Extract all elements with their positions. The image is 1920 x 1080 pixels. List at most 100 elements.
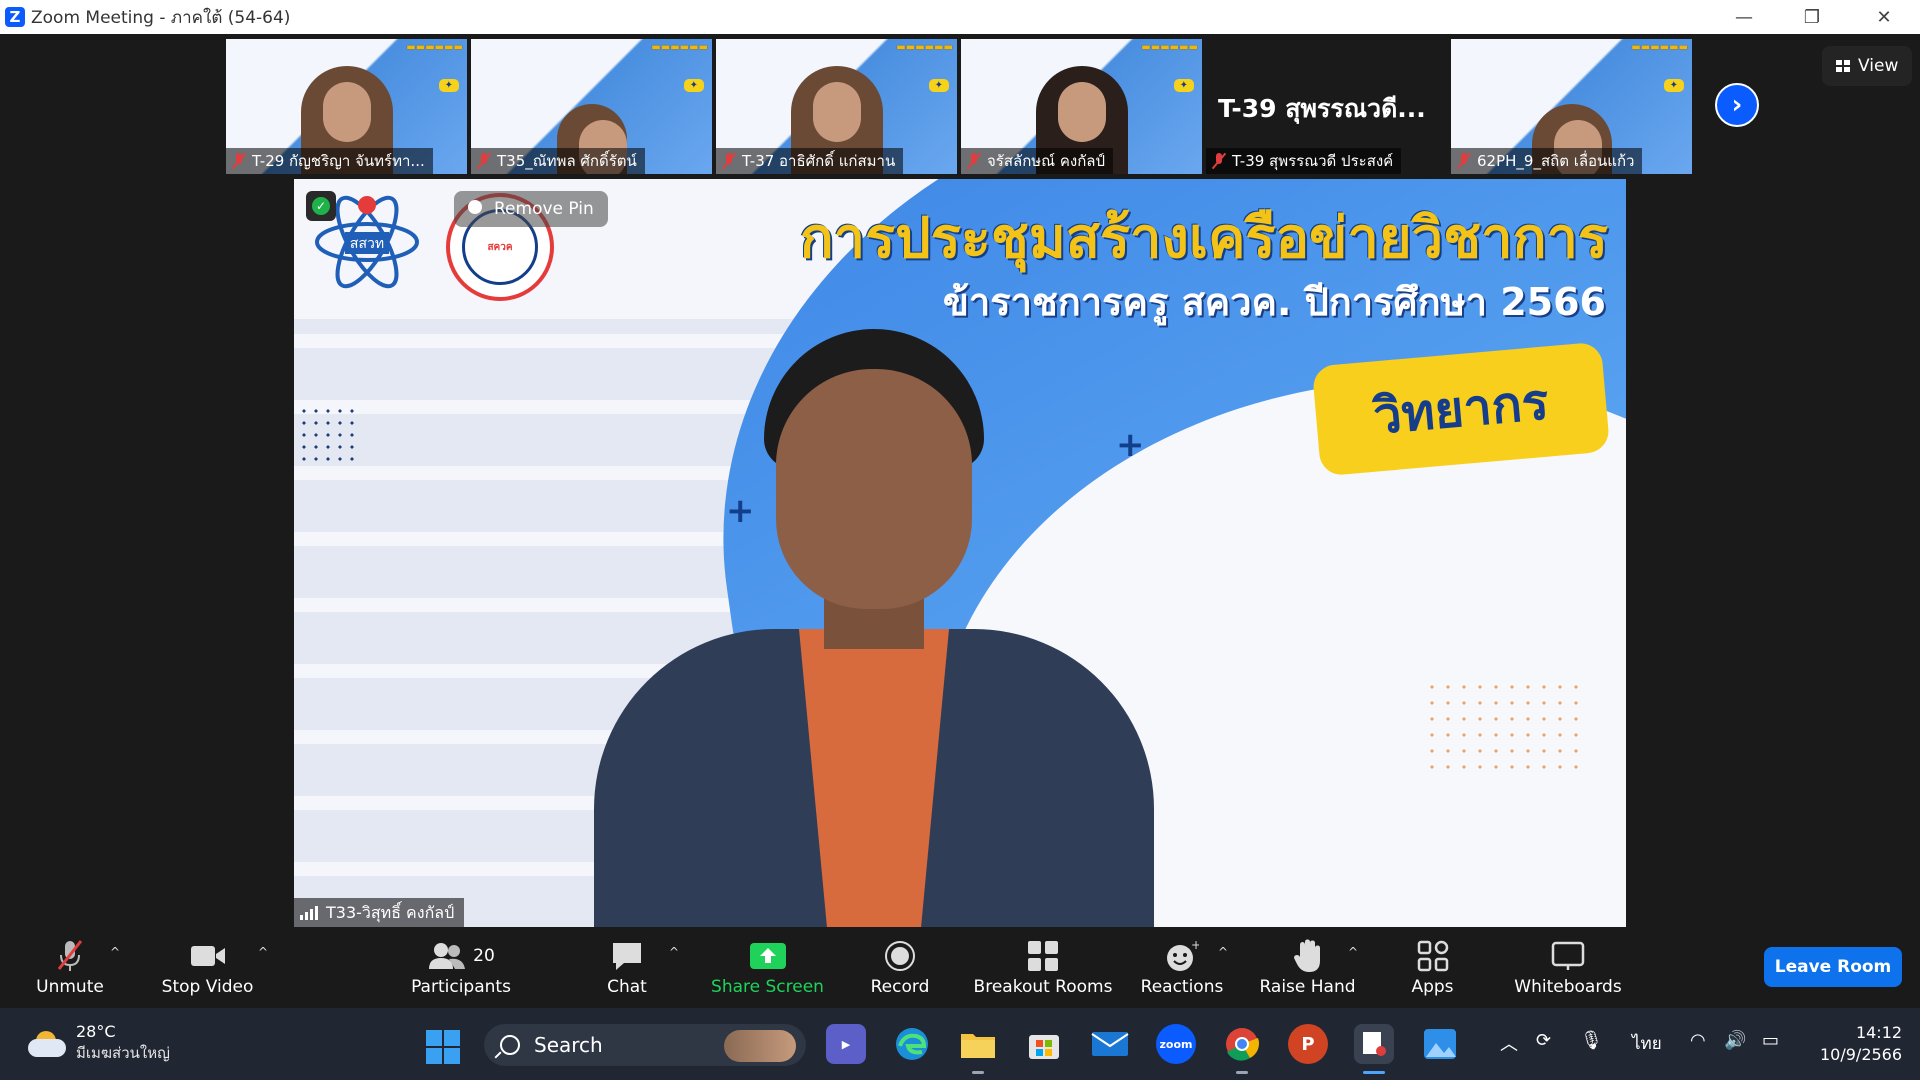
window-title: Zoom Meeting - ภาคใต้ (54-64) xyxy=(31,7,291,28)
participant-name: จรัสลักษณ์ คงกัลป์ xyxy=(987,152,1106,170)
clock-date: 10/9/2566 xyxy=(1820,1045,1903,1064)
minimize-button[interactable]: — xyxy=(1716,0,1772,34)
wifi-icon[interactable]: ◠ xyxy=(1690,1030,1706,1051)
muted-mic-icon xyxy=(722,153,736,169)
chevron-right-icon: › xyxy=(1731,90,1743,120)
participants-count: 20 xyxy=(473,945,495,966)
participant-nametag: 62PH_9_สถิต เลื่อนแก้ว xyxy=(1451,148,1643,174)
record-button[interactable]: Record xyxy=(860,927,940,1008)
whiteboards-button[interactable]: Whiteboards xyxy=(1508,927,1628,1008)
smiley-add-icon: + xyxy=(1165,939,1199,973)
participant-thumbnail[interactable]: ▬▬▬▬▬▬ ✦ จรัสลักษณ์ คงกัลป์ xyxy=(961,39,1202,174)
thumbnail-strip: ▬▬▬▬▬▬ ✦ T-29 กัญชริญา จันทร์ทา... ▬▬▬▬▬… xyxy=(226,39,1692,174)
search-icon xyxy=(500,1035,520,1055)
participant-nametag: T-39 สุพรรณวดี ประสงค์ xyxy=(1206,148,1402,174)
participant-thumbnail[interactable]: ▬▬▬▬▬▬ ✦ T-29 กัญชริญา จันทร์ทา... xyxy=(226,39,467,174)
microsoft-store-app-icon[interactable] xyxy=(1024,1024,1064,1064)
chat-options-caret-icon[interactable]: ^ xyxy=(669,945,679,959)
meeting-area: ▬▬▬▬▬▬ ✦ T-29 กัญชริญา จันทร์ทา... ▬▬▬▬▬… xyxy=(0,34,1920,928)
windows-taskbar: 28°C มีเมฆส่วนใหญ่ Search ▶ zoom P ︿ ⟳ 🎙… xyxy=(0,1008,1920,1080)
participant-name: T-29 กัญชริญา จันทร์ทา... xyxy=(252,152,425,170)
search-highlight-image xyxy=(724,1030,796,1062)
taskbar-search[interactable]: Search xyxy=(484,1024,806,1066)
participant-thumbnail[interactable]: ▬▬▬▬▬▬ ✦ 62PH_9_สถิต เลื่อนแก้ว xyxy=(1451,39,1692,174)
battery-icon[interactable]: ▭ xyxy=(1762,1030,1779,1051)
zoom-app-icon[interactable]: zoom xyxy=(1156,1024,1196,1064)
participant-thumbnail[interactable]: ▬▬▬▬▬▬ ✦ T35_ณัทพล ศักดิ์รัตน์ xyxy=(471,39,712,174)
close-button[interactable]: ✕ xyxy=(1856,0,1912,34)
main-video[interactable]: สสวท สควค ✓ Remove Pin การประชุมสร้างเคร… xyxy=(294,179,1626,928)
weather-cloud-icon xyxy=(28,1030,66,1057)
chat-bubble-icon xyxy=(610,939,644,973)
raise-hand-button[interactable]: Raise Hand xyxy=(1259,927,1356,1008)
slide-banner-mini: ▬▬▬▬▬▬ xyxy=(406,42,463,53)
speaker-video xyxy=(594,329,1154,928)
restore-button[interactable]: ❐ xyxy=(1784,0,1840,34)
video-options-caret-icon[interactable]: ^ xyxy=(258,945,268,959)
share-screen-button[interactable]: Share Screen xyxy=(705,927,830,1008)
muted-mic-icon xyxy=(232,153,246,169)
edge-app-icon[interactable] xyxy=(892,1024,932,1064)
apps-button[interactable]: Apps xyxy=(1395,927,1470,1008)
participant-name: T35_ณัทพล ศักดิ์รัตน์ xyxy=(497,152,637,170)
svg-text:+: + xyxy=(1191,939,1199,952)
participant-nametag: T-37 อาธิศักดิ์ แก่สมาน xyxy=(716,148,904,174)
breakout-rooms-button[interactable]: Breakout Rooms xyxy=(968,927,1118,1008)
leave-room-button[interactable]: Leave Room xyxy=(1764,947,1902,987)
next-page-button[interactable]: › xyxy=(1715,83,1759,127)
muted-mic-icon xyxy=(1457,153,1471,169)
chat-button[interactable]: Chat xyxy=(592,927,662,1008)
participant-thumbnail[interactable]: T-39 สุพรรณวดี... T-39 สุพรรณวดี ประสงค์ xyxy=(1206,39,1447,174)
teams-app-icon[interactable]: ▶ xyxy=(826,1024,866,1064)
svg-text:สสวท: สสวท xyxy=(350,236,384,252)
participant-nametag: จรัสลักษณ์ คงกัลป์ xyxy=(961,148,1114,174)
participant-name: T-37 อาธิศักดิ์ แก่สมาน xyxy=(742,152,896,170)
chrome-app-icon[interactable] xyxy=(1222,1024,1262,1074)
taskbar-clock[interactable]: 14:12 10/9/2566 xyxy=(1820,1022,1902,1066)
slide-tag-mini: ✦ xyxy=(1173,79,1194,92)
participant-thumbnail[interactable]: ▬▬▬▬▬▬ ✦ T-37 อาธิศักดิ์ แก่สมาน xyxy=(716,39,957,174)
slide-banner-mini: ▬▬▬▬▬▬ xyxy=(1141,42,1198,53)
share-screen-icon xyxy=(749,939,787,973)
unmute-button[interactable]: Unmute xyxy=(30,927,110,1008)
input-language[interactable]: ไทย xyxy=(1632,1030,1662,1057)
speaker-nametag: T33-วิสุทธิ์ คงกัลป์ xyxy=(294,898,465,928)
slide-dots-decoration xyxy=(298,405,358,469)
microphone-icon[interactable]: 🎙 xyxy=(1580,1030,1603,1051)
slide-tag-mini: ✦ xyxy=(438,79,459,92)
view-label: View xyxy=(1858,56,1899,76)
muted-mic-icon xyxy=(1212,153,1226,169)
file-explorer-app-icon[interactable] xyxy=(958,1024,998,1074)
reactions-button[interactable]: + Reactions xyxy=(1140,927,1224,1008)
title-bar: Z Zoom Meeting - ภาคใต้ (54-64) — ❐ ✕ xyxy=(0,0,1920,34)
snipping-tool-app-icon[interactable] xyxy=(1354,1024,1394,1074)
audio-options-caret-icon[interactable]: ^ xyxy=(110,945,120,959)
participants-button[interactable]: 20 Participants xyxy=(405,927,517,1008)
weather-temperature: 28°C xyxy=(76,1022,116,1041)
photos-app-icon[interactable] xyxy=(1420,1024,1460,1064)
stop-video-button[interactable]: Stop Video xyxy=(150,927,265,1008)
tray-overflow-chevron-icon[interactable]: ︿ xyxy=(1500,1030,1518,1056)
apps-icon xyxy=(1417,939,1449,973)
mail-app-icon[interactable] xyxy=(1090,1024,1130,1064)
weather-widget[interactable]: 28°C มีเมฆส่วนใหญ่ xyxy=(28,1022,170,1065)
sync-icon[interactable]: ⟳ xyxy=(1536,1030,1551,1051)
weather-description: มีเมฆส่วนใหญ่ xyxy=(76,1044,170,1062)
view-button[interactable]: View xyxy=(1822,46,1913,86)
reactions-options-caret-icon[interactable]: ^ xyxy=(1218,945,1228,959)
security-shield-icon[interactable]: ✓ xyxy=(306,191,336,221)
muted-mic-icon xyxy=(967,153,981,169)
remove-pin-button[interactable]: Remove Pin xyxy=(454,191,608,227)
participant-nametag: T-29 กัญชริญา จันทร์ทา... xyxy=(226,148,433,174)
muted-mic-icon xyxy=(55,939,85,973)
whiteboard-icon xyxy=(1551,939,1585,973)
windows-start-icon[interactable] xyxy=(426,1030,460,1064)
raise-hand-options-caret-icon[interactable]: ^ xyxy=(1348,945,1358,959)
breakout-rooms-icon xyxy=(1027,939,1059,973)
participants-icon: 20 xyxy=(427,939,495,973)
powerpoint-app-icon[interactable]: P xyxy=(1288,1024,1328,1064)
pin-icon xyxy=(468,200,482,214)
grid-view-icon xyxy=(1836,60,1850,72)
clock-time: 14:12 xyxy=(1855,1023,1903,1042)
volume-icon[interactable]: 🔊 xyxy=(1724,1030,1746,1051)
